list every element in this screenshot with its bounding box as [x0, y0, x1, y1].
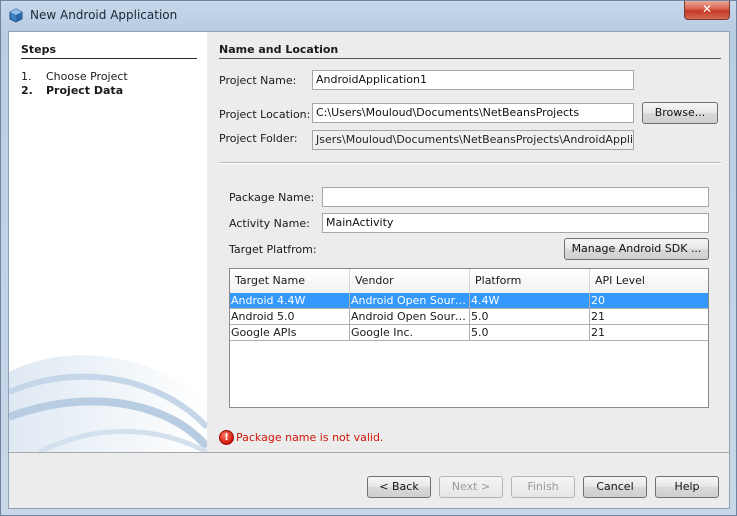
step-label: Project Data: [46, 84, 124, 97]
help-button[interactable]: Help: [655, 476, 719, 498]
table-row[interactable]: Android 5.0 Android Open Source... 5.0 2…: [230, 309, 708, 325]
manage-android-sdk-button[interactable]: Manage Android SDK ...: [564, 238, 709, 260]
cell-api-level: 21: [590, 309, 708, 325]
cell-target-name: Android 5.0: [230, 309, 350, 325]
cell-vendor: Android Open Source...: [350, 293, 470, 309]
close-icon: ✕: [701, 2, 713, 16]
package-name-label: Package Name:: [229, 191, 315, 204]
table-row[interactable]: Google APIs Google Inc. 5.0 21: [230, 325, 708, 341]
close-window-button[interactable]: ✕: [684, 1, 730, 20]
steps-title: Steps: [21, 43, 57, 56]
cell-vendor: Android Open Source...: [350, 309, 470, 325]
cell-target-name: Google APIs: [230, 325, 350, 341]
package-name-field[interactable]: [322, 187, 709, 207]
target-platform-table[interactable]: Target Name Vendor Platform API Level An…: [229, 268, 709, 408]
steps-pane: Steps 1. Choose Project 2. Project Data: [9, 32, 207, 452]
cell-vendor: Google Inc.: [350, 325, 470, 341]
cell-api-level: 21: [590, 325, 708, 341]
column-header-vendor[interactable]: Vendor: [350, 269, 470, 293]
wizard-button-bar: < Back Next > Finish Cancel Help: [9, 453, 729, 508]
table-row[interactable]: Android 4.4W Android Open Source... 4.4W…: [230, 293, 708, 309]
step-label: Choose Project: [46, 70, 128, 83]
back-button[interactable]: < Back: [367, 476, 431, 498]
cell-api-level: 20: [590, 293, 708, 309]
panel-title-divider: [219, 58, 721, 59]
column-header-platform[interactable]: Platform: [470, 269, 590, 293]
cell-target-name: Android 4.4W: [230, 293, 350, 309]
dialog-window: New Android Application ✕ Steps 1. Choose…: [0, 0, 737, 516]
cell-platform: 5.0: [470, 325, 590, 341]
name-and-location-panel: Name and Location Project Name: AndroidA…: [207, 32, 729, 452]
cell-platform: 5.0: [470, 309, 590, 325]
title-bar[interactable]: New Android Application ✕: [1, 1, 736, 29]
project-folder-label: Project Folder:: [219, 132, 298, 145]
netbeans-cube-icon: [9, 8, 23, 23]
dialog-client-area: Steps 1. Choose Project 2. Project Data: [8, 31, 730, 509]
decorative-swoosh-graphic: [9, 355, 207, 452]
project-name-field[interactable]: AndroidApplication1: [312, 70, 634, 90]
finish-button[interactable]: Finish: [511, 476, 575, 498]
activity-name-label: Activity Name:: [229, 217, 310, 230]
section-divider: [219, 162, 721, 164]
project-folder-field[interactable]: Jsers\Mouloud\Documents\NetBeansProjects…: [312, 130, 634, 150]
cell-platform: 4.4W: [470, 293, 590, 309]
step-number: 2.: [21, 84, 33, 97]
panel-title: Name and Location: [219, 43, 339, 56]
steps-divider: [21, 58, 197, 59]
step-number: 1.: [21, 70, 32, 83]
project-location-field[interactable]: C:\Users\Mouloud\Documents\NetBeansProje…: [312, 103, 634, 123]
cancel-button[interactable]: Cancel: [583, 476, 647, 498]
project-name-label: Project Name:: [219, 74, 297, 87]
table-header: Target Name Vendor Platform API Level: [230, 269, 708, 294]
window-title: New Android Application: [30, 8, 178, 22]
validation-error-message: Package name is not valid.: [236, 431, 384, 444]
error-icon: !: [219, 430, 234, 445]
project-location-label: Project Location:: [219, 108, 311, 121]
next-button[interactable]: Next >: [439, 476, 503, 498]
browse-button[interactable]: Browse...: [642, 102, 718, 124]
target-platform-label: Target Platfrom:: [229, 243, 317, 256]
step-choose-project: 1. Choose Project: [21, 70, 128, 83]
activity-name-field[interactable]: MainActivity: [322, 213, 709, 233]
step-project-data: 2. Project Data: [21, 84, 123, 97]
column-header-target-name[interactable]: Target Name: [230, 269, 350, 293]
column-header-api-level[interactable]: API Level: [590, 269, 708, 293]
